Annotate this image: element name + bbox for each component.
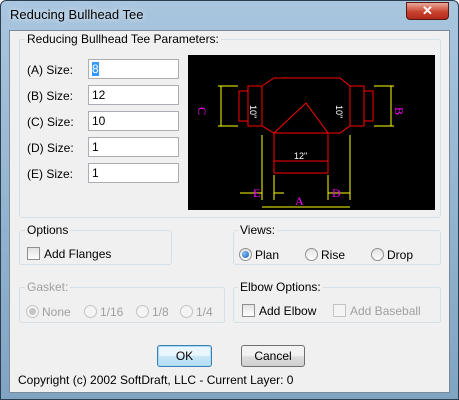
- ok-button[interactable]: OK: [157, 345, 212, 367]
- gasket-1-8-radio[interactable]: [136, 305, 149, 318]
- view-rise-label[interactable]: Rise: [321, 248, 345, 262]
- right-size-text: 10": [334, 105, 344, 118]
- close-button[interactable]: ✕: [406, 2, 449, 20]
- letter-a: A: [295, 194, 304, 208]
- view-drop-radio[interactable]: [371, 248, 384, 261]
- letter-c: C: [195, 107, 209, 115]
- gasket-1-4-radio[interactable]: [180, 305, 193, 318]
- tee-diagram: C B 10" 10" 12" E D A: [195, 77, 406, 208]
- size-a-input[interactable]: 8: [88, 59, 179, 79]
- add-baseball-label[interactable]: Add Baseball: [350, 304, 421, 318]
- gasket-1-16-radio[interactable]: [84, 305, 97, 318]
- size-d-value: 1: [92, 140, 99, 154]
- size-a-label: (A) Size:: [27, 63, 74, 77]
- letter-e: E: [253, 186, 260, 200]
- view-plan-label[interactable]: Plan: [255, 248, 279, 262]
- close-icon: ✕: [422, 3, 433, 18]
- parameters-group-label: Reducing Bullhead Tee Parameters:: [25, 32, 221, 46]
- view-drop-label[interactable]: Drop: [387, 248, 413, 262]
- gasket-group-label: Gasket:: [25, 280, 71, 294]
- branch-apex: [273, 102, 329, 134]
- size-b-input[interactable]: 12: [88, 85, 179, 105]
- center-size-text: 12": [294, 151, 307, 161]
- tee-top-body: [261, 77, 351, 87]
- size-c-value: 10: [92, 114, 106, 128]
- copyright-status: Copyright (c) 2002 SoftDraft, LLC - Curr…: [18, 373, 294, 387]
- left-size-text: 10": [248, 105, 258, 118]
- letter-b: B: [392, 107, 406, 115]
- add-elbow-checkbox[interactable]: [242, 304, 255, 317]
- size-e-input[interactable]: 1: [88, 163, 179, 183]
- dialog-window: Reducing Bullhead Tee ✕ Reducing Bullhea…: [0, 0, 459, 400]
- letter-d: D: [332, 186, 341, 200]
- title-bar[interactable]: Reducing Bullhead Tee ✕: [1, 1, 458, 29]
- branch-outlet: [273, 160, 329, 174]
- view-rise-radio[interactable]: [305, 248, 318, 261]
- left-flange: [238, 90, 249, 122]
- gasket-1-4-label[interactable]: 1/4: [196, 305, 213, 319]
- size-c-label: (C) Size:: [27, 115, 74, 129]
- cancel-button[interactable]: Cancel: [241, 345, 305, 367]
- size-d-input[interactable]: 1: [88, 137, 179, 157]
- window-title: Reducing Bullhead Tee: [10, 7, 144, 22]
- add-elbow-label[interactable]: Add Elbow: [259, 304, 316, 318]
- size-a-value: 8: [92, 62, 99, 76]
- views-group-label: Views:: [238, 223, 278, 237]
- gasket-1-8-label[interactable]: 1/8: [152, 305, 169, 319]
- dialog-body: Reducing Bullhead Tee Parameters: (A) Si…: [9, 30, 450, 393]
- add-baseball-checkbox[interactable]: [333, 304, 346, 317]
- add-flanges-checkbox[interactable]: [27, 247, 40, 260]
- size-e-value: 1: [92, 166, 99, 180]
- tee-diagram-preview: C B 10" 10" 12" E D A: [188, 55, 435, 210]
- size-b-label: (B) Size:: [27, 89, 74, 103]
- right-flange: [363, 90, 374, 122]
- size-c-input[interactable]: 10: [88, 111, 179, 131]
- size-d-label: (D) Size:: [27, 141, 74, 155]
- gasket-1-16-label[interactable]: 1/16: [100, 305, 123, 319]
- add-flanges-label[interactable]: Add Flanges: [44, 247, 111, 261]
- size-b-value: 12: [92, 88, 106, 102]
- gasket-none-label[interactable]: None: [42, 305, 71, 319]
- right-pipe: [349, 85, 365, 127]
- gasket-none-radio[interactable]: [26, 305, 39, 318]
- options-group-label: Options: [25, 223, 71, 237]
- size-e-label: (E) Size:: [27, 167, 74, 181]
- elbow-options-group-label: Elbow Options:: [238, 280, 323, 294]
- view-plan-radio[interactable]: [239, 248, 252, 261]
